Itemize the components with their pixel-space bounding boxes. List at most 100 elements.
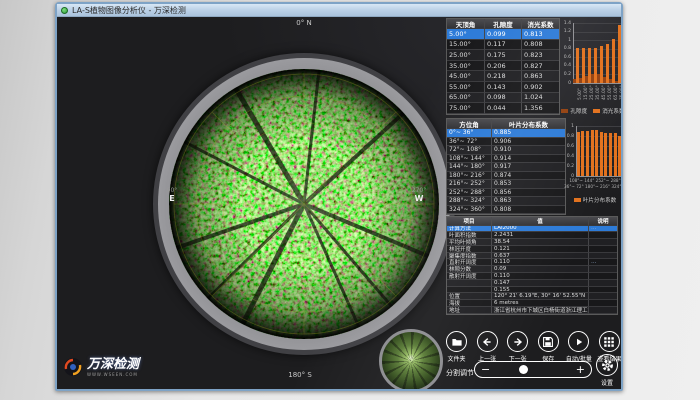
bar: [597, 74, 599, 83]
table-cell: 65.00°: [447, 93, 485, 104]
table-row[interactable]: 35.00°0.2060.827: [447, 61, 559, 72]
table-row[interactable]: 位置120° 21' 6.19"E, 30° 16' 52.55"N: [447, 293, 617, 300]
table-row[interactable]: 5.00°0.0990.813: [447, 29, 559, 40]
table-row[interactable]: 直射开阔度0.110…: [447, 259, 617, 266]
table-row[interactable]: 散射开阔度0.110: [447, 273, 617, 280]
fisheye-viewer: [169, 69, 439, 339]
table-row[interactable]: 252°~ 288°0.856: [447, 189, 565, 198]
compass-east-label: 90° E: [161, 187, 183, 203]
title-bar[interactable]: LA-S植物图像分析仪 - 万深检测: [57, 4, 621, 17]
table-row[interactable]: 288°~ 324°0.863: [447, 197, 565, 206]
table-cell: 55.00°: [447, 82, 485, 93]
table-cell: [589, 266, 617, 273]
slider-knob[interactable]: [519, 365, 528, 374]
table-row[interactable]: 108°~ 144°0.914: [447, 155, 565, 164]
table-cell: 25.00°: [447, 50, 485, 61]
table-cell: [589, 307, 617, 314]
table-cell: 1.024: [522, 93, 559, 104]
arrow-left-button[interactable]: 上一张: [473, 331, 502, 363]
table-cell: [589, 280, 617, 287]
azimuth-table: 方位角叶片分布系数0°~ 36°0.88536°~ 72°0.90672°~ 1…: [446, 118, 566, 215]
table-cell: [589, 239, 617, 246]
settings-button[interactable]: 设置: [595, 354, 619, 387]
table-row[interactable]: 75.00°0.0441.356: [447, 103, 559, 114]
desktop: LA-S植物图像分析仪 - 万深检测: [0, 0, 700, 400]
bar: [591, 74, 593, 83]
table-cell: [589, 287, 617, 294]
table-cell: 180°~ 216°: [447, 172, 492, 181]
table-cell: 15.00°: [447, 40, 485, 51]
table-cell: 0.117: [485, 40, 522, 51]
save-button[interactable]: 保存: [534, 331, 563, 363]
table-row[interactable]: 海拔6 metres: [447, 300, 617, 307]
table-cell: 0.917: [492, 163, 565, 172]
table-cell: 6 metres: [492, 300, 589, 307]
bar: [600, 132, 603, 176]
y-tick-label: 0.2: [564, 164, 574, 169]
arrow-right-button[interactable]: 下一张: [503, 331, 532, 363]
y-tick-label: 0.2: [561, 72, 571, 77]
threshold-slider[interactable]: − +: [474, 361, 592, 378]
bar: [618, 25, 620, 83]
table-row[interactable]: 0°~ 36°0.885: [447, 129, 565, 138]
table-row[interactable]: 聚集度指数0.637: [447, 253, 617, 260]
preview-thumbnail[interactable]: [379, 329, 443, 389]
slider-plus-button[interactable]: +: [576, 363, 585, 376]
bar: [615, 81, 617, 83]
table-cell: 聚集度指数: [447, 253, 492, 260]
table-cell: 0.110: [492, 273, 589, 280]
table-row[interactable]: 25.00°0.1750.823: [447, 50, 559, 61]
table-row[interactable]: 林隙分数0.09: [447, 266, 617, 273]
table-row[interactable]: 180°~ 216°0.874: [447, 172, 565, 181]
table-row[interactable]: 0.147: [447, 280, 617, 287]
table-row[interactable]: 36°~ 72°0.906: [447, 138, 565, 147]
porosity-extinction-chart: 00.20.40.60.811.21.45.00°15.00°25.00°35.…: [561, 19, 621, 121]
x-tick-label: 35.00°: [596, 83, 601, 100]
column-header: 说明: [589, 217, 617, 226]
table-cell: LAI2000: [492, 226, 589, 233]
table-row[interactable]: 144°~ 180°0.917: [447, 163, 565, 172]
table-row[interactable]: 地址浙江省杭州市下城区白杨街道浙江理工大学绿勘家园: [447, 307, 617, 314]
table-row[interactable]: 计算方法LAI2000…: [447, 226, 617, 233]
grid-icon: [599, 331, 620, 352]
play-button[interactable]: 自动/批量: [564, 331, 593, 363]
table-cell: [589, 293, 617, 300]
y-tick-label: 1: [561, 38, 571, 43]
y-tick-label: 0.4: [564, 154, 574, 159]
table-cell: [589, 273, 617, 280]
y-tick-label: 0.8: [564, 134, 574, 139]
bar: [581, 131, 584, 176]
table-row[interactable]: 45.00°0.2180.863: [447, 71, 559, 82]
table-cell: 144°~ 180°: [447, 163, 492, 172]
table-row[interactable]: 216°~ 252°0.853: [447, 180, 565, 189]
table-row[interactable]: 叶面积指数2.2431: [447, 232, 617, 239]
toolbar-button-label: 文件夹: [442, 354, 471, 363]
table-cell: 0.808: [492, 206, 565, 215]
compass-west-label: 270° W: [407, 187, 431, 203]
table-row[interactable]: 平均叶倾角38.54: [447, 239, 617, 246]
table-cell: 0.637: [492, 253, 589, 260]
legend: 孔隙度消光系数: [561, 107, 621, 115]
table-cell: 0.906: [492, 138, 565, 147]
table-row[interactable]: 0.155: [447, 287, 617, 294]
table-row[interactable]: 15.00°0.1170.808: [447, 40, 559, 51]
table-cell: 0.885: [492, 129, 565, 138]
folder-icon: [446, 331, 467, 352]
column-header: 消光系数: [522, 19, 559, 29]
x-tick-label: 75.00°: [620, 83, 621, 100]
x-tick-label: 36°~ 72° 180°~ 216° 324°~ 360°: [564, 184, 621, 189]
table-row[interactable]: 72°~ 108°0.910: [447, 146, 565, 155]
x-tick-label: 15.00°: [584, 83, 589, 100]
folder-button[interactable]: 文件夹: [442, 331, 471, 363]
y-tick-label: 1.4: [561, 21, 571, 26]
table-cell: 散射开阔度: [447, 273, 492, 280]
table-cell: 0.823: [522, 50, 559, 61]
table-cell: 0.147: [492, 280, 589, 287]
bar: [612, 39, 614, 83]
slider-minus-button[interactable]: −: [481, 363, 490, 376]
table-row[interactable]: 55.00°0.1430.902: [447, 82, 559, 93]
table-row[interactable]: 65.00°0.0981.024: [447, 93, 559, 104]
table-row[interactable]: 324°~ 360°0.808: [447, 206, 565, 215]
x-tick-label: 45.00°: [602, 83, 607, 100]
table-row[interactable]: 林冠开度0.121: [447, 246, 617, 253]
